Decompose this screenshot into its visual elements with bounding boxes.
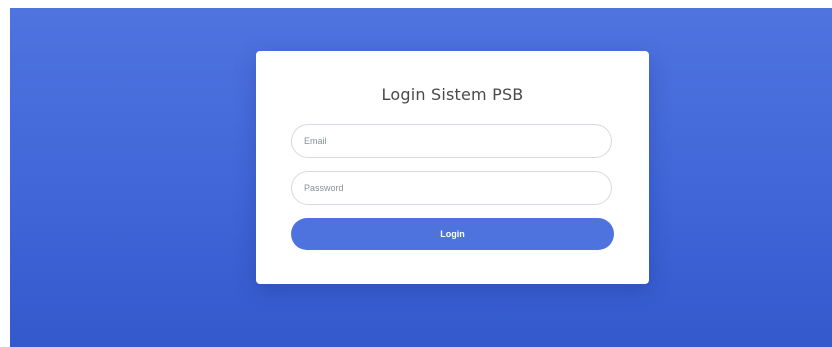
login-card: Login Sistem PSB Login	[256, 51, 649, 284]
page-title: Login Sistem PSB	[381, 85, 524, 104]
password-field[interactable]	[291, 171, 612, 205]
email-field[interactable]	[291, 124, 612, 158]
login-button[interactable]: Login	[291, 218, 614, 250]
page-background: Login Sistem PSB Login	[10, 8, 832, 347]
